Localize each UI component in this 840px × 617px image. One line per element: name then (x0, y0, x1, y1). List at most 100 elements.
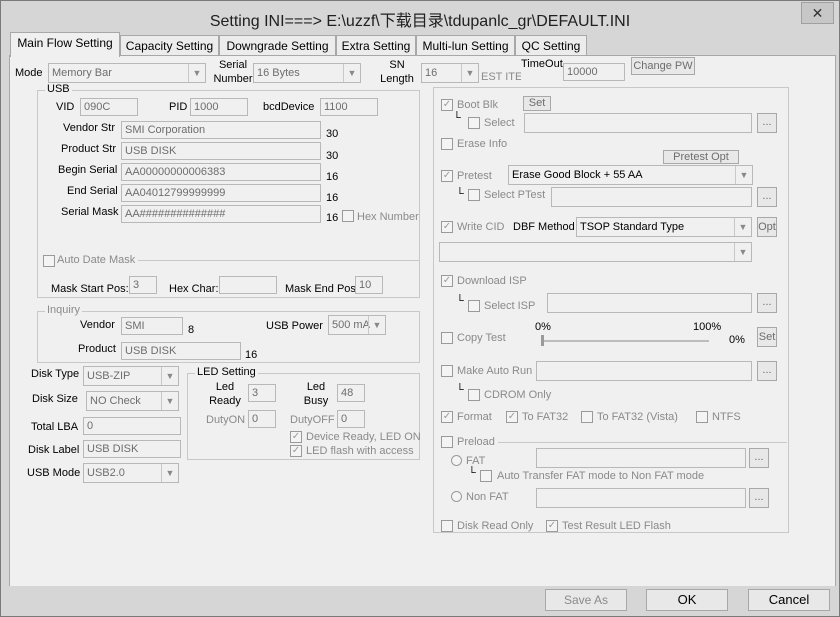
select-isp-path-input[interactable] (547, 293, 752, 313)
vendor-str-input[interactable]: SMI Corporation (121, 121, 321, 139)
sn-length-select[interactable]: 16 ▼ (421, 63, 479, 83)
disk-type-select[interactable]: USB-ZIP ▼ (83, 366, 179, 386)
led-ready-input[interactable]: 3 (248, 384, 276, 402)
timeout-input[interactable]: 10000 (563, 63, 625, 81)
pretest-opt-button[interactable]: Pretest Opt (663, 150, 739, 164)
led-flash-label: LED flash with access (306, 445, 414, 457)
dbf-opt-button[interactable]: Opt (757, 217, 777, 237)
hex-char-input[interactable] (219, 276, 277, 294)
format-checkbox[interactable]: ✓ (441, 411, 453, 423)
pid-input[interactable]: 1000 (190, 98, 248, 116)
tab-downgrade-setting[interactable]: Downgrade Setting (219, 35, 336, 56)
inquiry-vendor-label: Vendor (80, 319, 115, 331)
serial-mask-input[interactable]: AA############## (121, 205, 321, 223)
boot-blk-checkbox[interactable]: ✓ (441, 99, 453, 111)
end-serial-input[interactable]: AA04012799999999 (121, 184, 321, 202)
bcd-device-input[interactable]: 1100 (320, 98, 378, 116)
product-str-input[interactable]: USB DISK (121, 142, 321, 160)
usb-mode-select[interactable]: USB2.0 ▼ (83, 463, 179, 483)
dbf-method-select[interactable]: TSOP Standard Type ▼ (576, 217, 752, 237)
chevron-down-icon: ▼ (734, 243, 751, 261)
test-result-led-checkbox[interactable]: ✓ (546, 520, 558, 532)
non-fat-radio[interactable] (451, 491, 462, 502)
mode-value: Memory Bar (52, 67, 112, 79)
auto-date-mask-checkbox[interactable] (43, 255, 55, 267)
hex-number-checkbox[interactable] (342, 210, 354, 222)
fat-browse-button[interactable]: ... (749, 448, 769, 468)
device-ready-checkbox[interactable]: ✓ (290, 431, 302, 443)
pretest-checkbox[interactable]: ✓ (441, 170, 453, 182)
duty-on-input[interactable]: 0 (248, 410, 276, 428)
cid-file-select[interactable]: ▼ (439, 242, 752, 262)
auto-run-browse-button[interactable]: ... (757, 361, 777, 381)
tab-capacity-setting[interactable]: Capacity Setting (120, 35, 219, 56)
write-cid-checkbox[interactable]: ✓ (441, 221, 453, 233)
cancel-button[interactable]: Cancel (748, 589, 830, 611)
sn-length-label: SN Length (380, 59, 414, 85)
tab-multi-lun-setting[interactable]: Multi-lun Setting (416, 35, 515, 56)
select-isp-checkbox[interactable] (468, 300, 480, 312)
usb-power-value: 500 mA (332, 319, 370, 331)
download-isp-checkbox[interactable]: ✓ (441, 275, 453, 287)
ok-button[interactable]: OK (646, 589, 728, 611)
disk-label-label: Disk Label (28, 444, 80, 456)
begin-serial-input[interactable]: AA00000000006383 (121, 163, 321, 181)
usb-power-select[interactable]: 500 mA ▼ (328, 315, 386, 335)
make-auto-run-checkbox[interactable] (441, 365, 453, 377)
disk-label-input[interactable]: USB DISK (83, 440, 181, 458)
ntfs-checkbox[interactable] (696, 411, 708, 423)
led-flash-checkbox[interactable]: ✓ (290, 445, 302, 457)
to-fat32-label: To FAT32 (522, 411, 569, 423)
timeout-label: TimeOut (521, 58, 563, 70)
mode-select[interactable]: Memory Bar ▼ (48, 63, 206, 83)
non-fat-path-input[interactable] (536, 488, 746, 508)
copy-test-checkbox[interactable] (441, 332, 453, 344)
cdrom-only-checkbox[interactable] (468, 389, 480, 401)
end-serial-label: End Serial (67, 185, 118, 197)
change-pw-button[interactable]: Change PW (631, 57, 695, 75)
ptest-browse-button[interactable]: ... (757, 187, 777, 207)
copy-slider-track[interactable] (541, 340, 709, 342)
boot-select-path-input[interactable] (524, 113, 752, 133)
save-as-button[interactable]: Save As (545, 589, 627, 611)
to-fat32-checkbox[interactable]: ✓ (506, 411, 518, 423)
duty-off-input[interactable]: 0 (337, 410, 365, 428)
select-ptest-checkbox[interactable] (468, 189, 480, 201)
pid-label: PID (169, 101, 188, 113)
tab-main-flow-setting[interactable]: Main Flow Setting (10, 32, 120, 57)
fat-radio[interactable] (451, 455, 462, 466)
auto-transfer-checkbox[interactable] (480, 470, 492, 482)
serial-number-select[interactable]: 16 Bytes ▼ (253, 63, 361, 83)
led-setting-title: LED Setting (195, 366, 258, 378)
isp-browse-button[interactable]: ... (757, 293, 777, 313)
inquiry-product-input[interactable]: USB DISK (121, 342, 241, 360)
fat-path-input[interactable] (536, 448, 746, 468)
mask-start-input[interactable]: 3 (129, 276, 157, 294)
erase-info-checkbox[interactable] (441, 138, 453, 150)
led-busy-input[interactable]: 48 (337, 384, 365, 402)
close-button[interactable]: ✕ (801, 2, 834, 24)
disk-read-only-checkbox[interactable] (441, 520, 453, 532)
boot-select-checkbox[interactable] (468, 117, 480, 129)
fat-label: FAT (466, 455, 486, 467)
pretest-select[interactable]: Erase Good Block + 55 AA ▼ (508, 165, 753, 185)
boot-browse-button[interactable]: ... (757, 113, 777, 133)
boot-blk-set-button[interactable]: Set (523, 96, 551, 111)
inquiry-vendor-input[interactable]: SMI (121, 317, 183, 335)
auto-run-path-input[interactable] (536, 361, 752, 381)
chevron-down-icon: ▼ (735, 166, 752, 184)
tab-extra-setting[interactable]: Extra Setting (336, 35, 416, 56)
select-ptest-path-input[interactable] (551, 187, 752, 207)
disk-size-select[interactable]: NO Check ▼ (86, 391, 179, 411)
copy-set-button[interactable]: Set (757, 327, 777, 347)
non-fat-browse-button[interactable]: ... (749, 488, 769, 508)
copy-slider-thumb[interactable] (541, 335, 544, 346)
mask-end-input[interactable]: 10 (355, 276, 383, 294)
format-label: Format (457, 411, 492, 423)
test-item-label: EST ITEM (481, 71, 521, 83)
to-fat32-vista-checkbox[interactable] (581, 411, 593, 423)
tab-qc-setting[interactable]: QC Setting (515, 35, 587, 56)
preload-checkbox[interactable] (441, 436, 453, 448)
total-lba-input[interactable]: 0 (83, 417, 181, 435)
vid-input[interactable]: 090C (80, 98, 138, 116)
